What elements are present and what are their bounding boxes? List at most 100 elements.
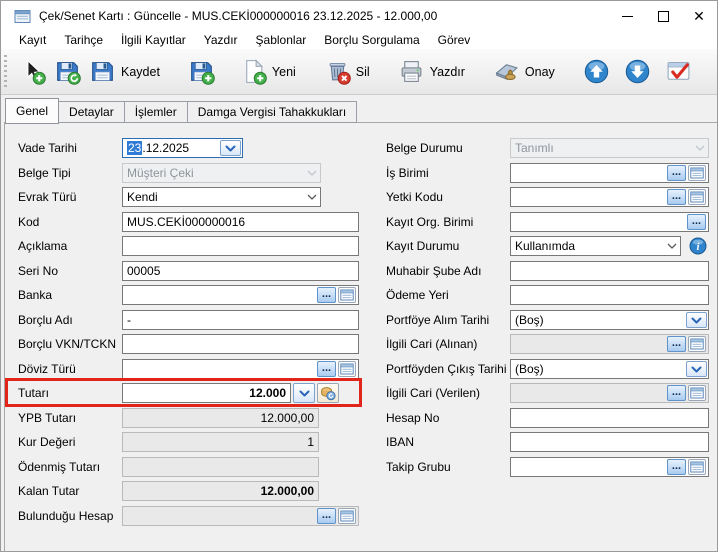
tutari-currency-convert-button[interactable] xyxy=(317,383,339,403)
odeme-yeri-label: Ödeme Yeri xyxy=(386,285,449,305)
delete-button[interactable]: Sil xyxy=(320,55,377,88)
close-icon: ✕ xyxy=(693,9,705,23)
banka-list-button[interactable] xyxy=(338,287,356,303)
save-button[interactable]: Kaydet xyxy=(85,55,167,88)
is-birimi-label: İş Birimi xyxy=(386,163,429,183)
tutari-input[interactable]: 12.000 xyxy=(122,383,291,403)
kayit-org-birimi-browse-button[interactable]: ... xyxy=(687,214,706,230)
ilgili-cari-alinan-browse-button[interactable]: ... xyxy=(667,336,686,352)
tab-damga-vergisi-tahakkuklari[interactable]: Damga Vergisi Tahakkukları xyxy=(188,101,358,123)
evrak-turu-combo[interactable]: Kendi xyxy=(122,187,321,207)
kayit-org-birimi-input[interactable]: ... xyxy=(510,212,709,232)
save-refresh-icon xyxy=(54,58,81,85)
borclu-vkn-tckn-input[interactable] xyxy=(122,334,359,354)
portfoyden-cikis-tarihi-date-combo[interactable]: (Boş) xyxy=(510,359,709,379)
toolbar-button-label: Onay xyxy=(525,65,555,79)
ilgili-cari-verilen-list-button[interactable] xyxy=(688,385,706,401)
next-button[interactable] xyxy=(620,55,655,88)
menu-item-tarihce[interactable]: Tarihçe xyxy=(55,32,112,48)
hesap-no-input[interactable] xyxy=(510,408,709,428)
iban-input[interactable] xyxy=(510,432,709,452)
vade-tarihi-dropdown-button[interactable] xyxy=(220,140,241,156)
doviz-turu-field-wrap: ... xyxy=(122,359,359,379)
toolbar-button-label: Sil xyxy=(356,65,370,79)
odeme-yeri-input[interactable] xyxy=(510,285,709,305)
kayit-durumu-combo[interactable]: Kullanımda xyxy=(510,236,681,256)
portfoye-alim-tarihi-dropdown-button[interactable] xyxy=(686,312,707,328)
prev-button[interactable] xyxy=(579,55,614,88)
menu-item-yazdir[interactable]: Yazdır xyxy=(195,32,247,48)
aciklama-row: Açıklama xyxy=(18,236,368,256)
minimize-button[interactable] xyxy=(609,1,645,31)
doviz-turu-browse-button[interactable]: ... xyxy=(317,361,336,377)
seri-no-input[interactable]: 00005 xyxy=(122,261,359,281)
portfoye-alim-tarihi-date-combo[interactable]: (Boş) xyxy=(510,310,709,330)
takip-grubu-list-button[interactable] xyxy=(688,459,706,475)
menu-item-kayit[interactable]: Kayıt xyxy=(10,32,55,48)
ilgili-cari-alinan-field-wrap: ... xyxy=(510,334,709,354)
is-birimi-browse-button[interactable]: ... xyxy=(667,165,686,181)
save-refresh-button[interactable] xyxy=(50,55,85,88)
banka-browse-button[interactable]: ... xyxy=(317,287,336,303)
borclu-vkn-tckn-field-wrap xyxy=(122,334,359,354)
yetki-kodu-input[interactable]: ... xyxy=(510,187,709,207)
menu-item-gorev[interactable]: Görev xyxy=(429,32,480,48)
takip-grubu-field-wrap: ... xyxy=(510,457,709,477)
portfoyden-cikis-tarihi-dropdown-button[interactable] xyxy=(686,361,707,377)
bulundugu-hesap-label: Bulunduğu Hesap xyxy=(18,506,113,526)
ilgili-cari-verilen-input: ... xyxy=(510,383,709,403)
tab-detaylar[interactable]: Detaylar xyxy=(59,101,125,123)
kalan-tutar-input: 12.000,00 xyxy=(122,481,319,501)
doviz-turu-input[interactable]: ... xyxy=(122,359,359,379)
bulundugu-hesap-browse-button[interactable]: ... xyxy=(317,508,336,524)
cek-senet-karti-window: Çek/Senet Kartı : Güncelle - MUS.CEKİ000… xyxy=(0,0,718,552)
kur-degeri-value: 1 xyxy=(127,435,314,449)
yetki-kodu-list-button[interactable] xyxy=(688,189,706,205)
ilgili-cari-verilen-label: İlgili Cari (Verilen) xyxy=(386,383,480,403)
add-record-button[interactable] xyxy=(15,55,50,88)
kod-input[interactable]: MUS.CEKİ000000016 xyxy=(122,212,359,232)
is-birimi-list-button[interactable] xyxy=(688,165,706,181)
muhabir-sube-adi-input[interactable] xyxy=(510,261,709,281)
is-birimi-field-wrap: ... xyxy=(510,163,709,183)
yetki-kodu-browse-button[interactable]: ... xyxy=(667,189,686,205)
menu-item-borclu-sorgulama[interactable]: Borçlu Sorgulama xyxy=(315,32,428,48)
printer-icon xyxy=(398,58,425,85)
ypb-tutari-row: YPB Tutarı12.000,00 xyxy=(18,408,368,428)
is-birimi-input[interactable]: ... xyxy=(510,163,709,183)
menu-item-sablonlar[interactable]: Şablonlar xyxy=(247,32,316,48)
tab-islemler[interactable]: İşlemler xyxy=(125,101,188,123)
close-button[interactable]: ✕ xyxy=(681,1,717,31)
new-button[interactable]: Yeni xyxy=(236,55,303,88)
banka-input[interactable]: ... xyxy=(122,285,359,305)
vade-tarihi-input[interactable]: 23.12.2025 xyxy=(122,138,243,158)
print-button[interactable]: Yazdır xyxy=(394,55,472,88)
muhabir-sube-adi-label: Muhabir Şube Adı xyxy=(386,261,481,281)
toolbar-button-label: Yeni xyxy=(272,65,296,79)
tutari-dropdown-button[interactable] xyxy=(293,383,315,403)
takip-grubu-input[interactable]: ... xyxy=(510,457,709,477)
aciklama-input[interactable] xyxy=(122,236,359,256)
save-new-button[interactable] xyxy=(184,55,219,88)
takip-grubu-browse-button[interactable]: ... xyxy=(667,459,686,475)
portfoye-alim-tarihi-row: Portföye Alım Tarihi(Boş) xyxy=(386,310,712,330)
borclu-adi-value: - xyxy=(127,313,354,327)
approve-button[interactable]: Onay xyxy=(489,55,562,88)
ypb-tutari-field-wrap: 12.000,00 xyxy=(122,408,319,428)
ypb-tutari-input: 12.000,00 xyxy=(122,408,319,428)
tab-genel[interactable]: Genel xyxy=(5,98,59,124)
portfoye-alim-tarihi-field-wrap: (Boş) xyxy=(510,310,709,330)
doviz-turu-list-button[interactable] xyxy=(338,361,356,377)
belge-tipi-value: Müşteri Çeki xyxy=(127,166,304,180)
bulundugu-hesap-list-button[interactable] xyxy=(338,508,356,524)
menu-item-ilgili-kayitlar[interactable]: İlgili Kayıtlar xyxy=(112,32,195,48)
tasks-button[interactable] xyxy=(661,55,696,88)
doviz-turu-label: Döviz Türü xyxy=(18,359,76,379)
ilgili-cari-alinan-list-button[interactable] xyxy=(688,336,706,352)
maximize-button[interactable] xyxy=(645,1,681,31)
borclu-adi-input[interactable]: - xyxy=(122,310,359,330)
takip-grubu-row: Takip Grubu... xyxy=(386,457,712,477)
kayit-durumu-label: Kayıt Durumu xyxy=(386,236,459,256)
ilgili-cari-verilen-browse-button[interactable]: ... xyxy=(667,385,686,401)
info-icon[interactable]: i xyxy=(689,237,707,255)
